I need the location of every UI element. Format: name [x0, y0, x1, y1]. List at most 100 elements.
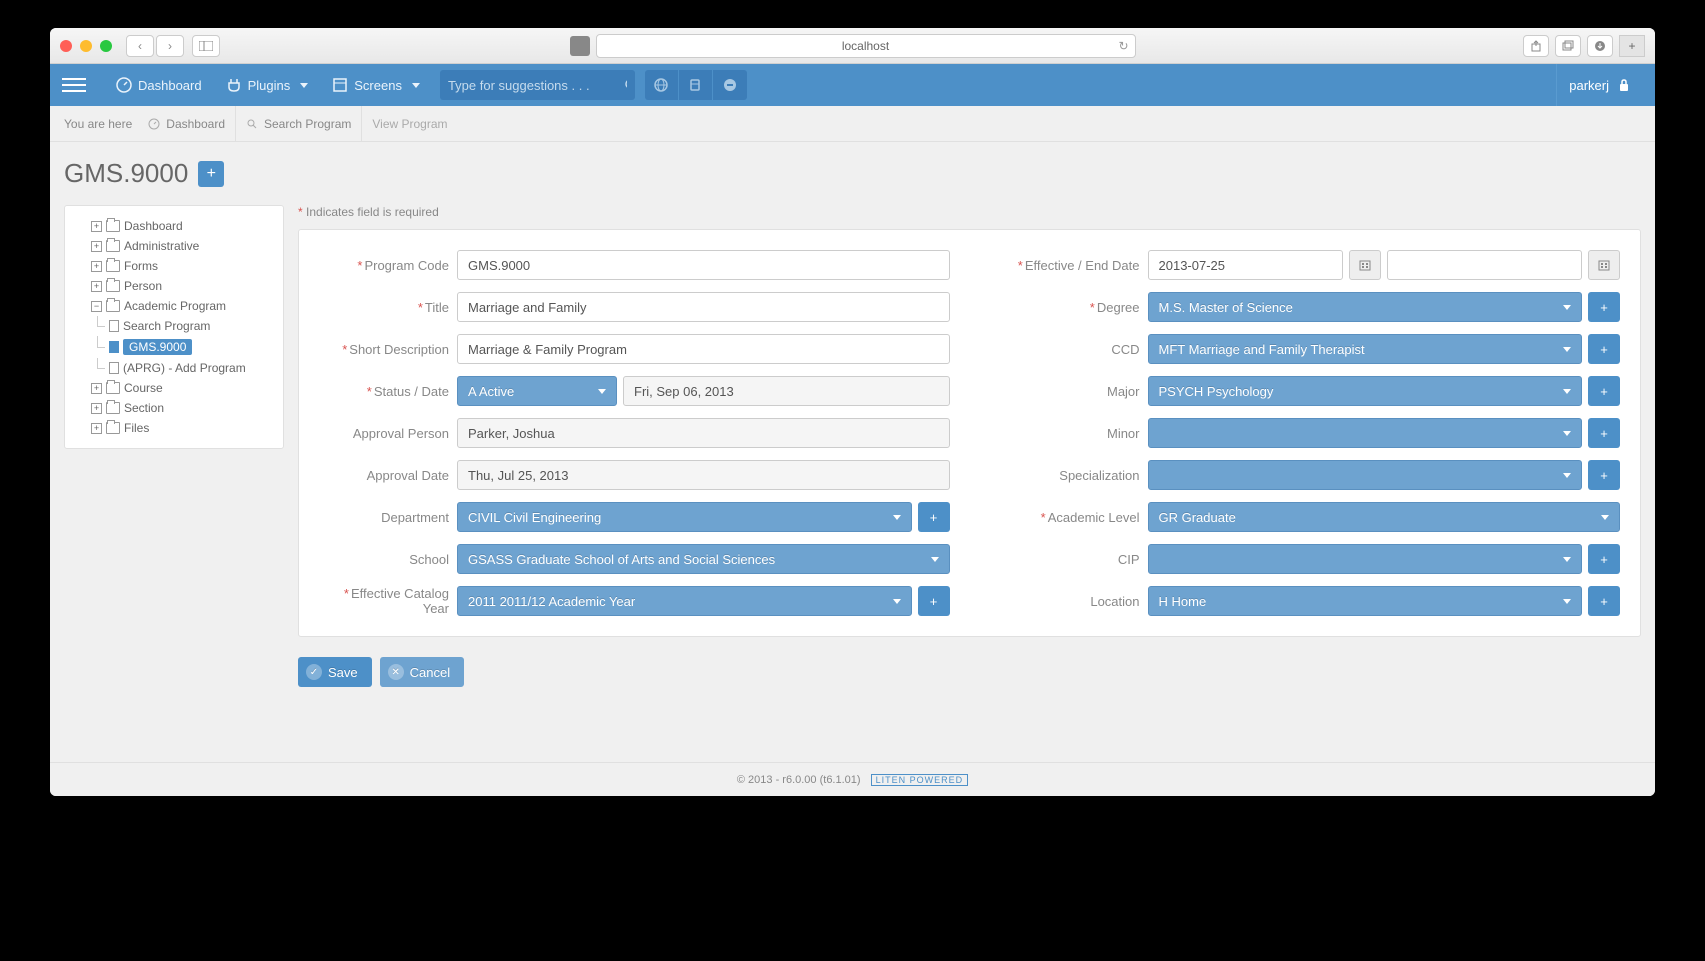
ccd-select[interactable]: MFT Marriage and Family Therapist — [1148, 334, 1583, 364]
tree-administrative[interactable]: +Administrative — [71, 236, 277, 256]
tree-dashboard[interactable]: +Dashboard — [71, 216, 277, 236]
lock-icon — [1617, 78, 1631, 92]
window-controls — [60, 40, 112, 52]
url-text: localhost — [842, 39, 889, 53]
program-code-input[interactable] — [457, 250, 950, 280]
required-note: * Indicates field is required — [298, 205, 1641, 219]
save-button[interactable]: ✓Save — [298, 657, 372, 687]
downloads-button[interactable] — [1587, 35, 1613, 57]
nav-tree: +Dashboard +Administrative +Forms +Perso… — [64, 205, 284, 449]
reader-button[interactable] — [570, 36, 590, 56]
school-select[interactable]: GSASS Graduate School of Arts and Social… — [457, 544, 950, 574]
breadcrumb-view-program: View Program — [362, 106, 457, 142]
calendar-icon — [1598, 259, 1610, 271]
globe-icon — [653, 77, 669, 93]
server-icon — [687, 77, 703, 93]
breadcrumb-search-program[interactable]: Search Program — [236, 106, 362, 142]
tree-gms9000[interactable]: GMS.9000 — [71, 336, 277, 358]
catalog-year-add-button[interactable]: + — [918, 586, 950, 616]
user-menu[interactable]: parkerj — [1556, 64, 1643, 106]
sidebar-toggle-button[interactable] — [192, 35, 220, 57]
ccd-add-button[interactable]: + — [1588, 334, 1620, 364]
cancel-button[interactable]: ✕Cancel — [380, 657, 464, 687]
degree-select[interactable]: M.S. Master of Science — [1148, 292, 1583, 322]
globe-button[interactable] — [645, 70, 679, 100]
forward-button[interactable]: › — [156, 35, 184, 57]
check-icon: ✓ — [306, 664, 322, 680]
approval-person-input[interactable] — [457, 418, 950, 448]
browser-window: ‹ › localhost ↻ + — [50, 28, 1655, 796]
search-input[interactable] — [448, 78, 624, 93]
calendar-icon — [1359, 259, 1371, 271]
short-desc-input[interactable] — [457, 334, 950, 364]
screen-icon — [332, 77, 348, 93]
x-icon: ✕ — [388, 664, 404, 680]
plug-icon — [226, 77, 242, 93]
breadcrumb-label: You are here — [64, 117, 138, 131]
nav-plugins[interactable]: Plugins — [214, 64, 321, 106]
specialization-select[interactable] — [1148, 460, 1583, 490]
tree-files[interactable]: +Files — [71, 418, 277, 438]
effective-date-input[interactable] — [1148, 250, 1343, 280]
minimize-icon[interactable] — [80, 40, 92, 52]
location-select[interactable]: H Home — [1148, 586, 1583, 616]
academic-level-select[interactable]: GR Graduate — [1148, 502, 1621, 532]
minor-select[interactable] — [1148, 418, 1583, 448]
new-tab-button[interactable]: + — [1619, 35, 1645, 57]
sidebar-icon — [199, 41, 213, 51]
minor-add-button[interactable]: + — [1588, 418, 1620, 448]
cip-add-button[interactable]: + — [1588, 544, 1620, 574]
tree-course[interactable]: +Course — [71, 378, 277, 398]
global-search[interactable] — [440, 70, 635, 100]
effective-date-picker[interactable] — [1349, 250, 1381, 280]
url-bar[interactable]: localhost ↻ — [596, 34, 1136, 58]
location-add-button[interactable]: + — [1588, 586, 1620, 616]
minus-circle-icon — [722, 77, 738, 93]
add-button[interactable]: + — [198, 161, 224, 187]
back-button[interactable]: ‹ — [126, 35, 154, 57]
department-select[interactable]: CIVIL Civil Engineering — [457, 502, 912, 532]
tree-forms[interactable]: +Forms — [71, 256, 277, 276]
page-content: GMS.9000 + +Dashboard +Administrative +F… — [50, 142, 1655, 762]
footer: © 2013 - r6.0.00 (t6.1.01) LITEN POWERED — [50, 762, 1655, 796]
status-select[interactable]: A Active — [457, 376, 617, 406]
catalog-year-select[interactable]: 2011 2011/12 Academic Year — [457, 586, 912, 616]
menu-toggle-button[interactable] — [62, 73, 86, 97]
tree-section[interactable]: +Section — [71, 398, 277, 418]
tree-academic-program[interactable]: −Academic Program — [71, 296, 277, 316]
chevron-down-icon — [300, 83, 308, 88]
tabs-button[interactable] — [1555, 35, 1581, 57]
approval-date-input[interactable] — [457, 460, 950, 490]
maximize-icon[interactable] — [100, 40, 112, 52]
chevron-down-icon — [412, 83, 420, 88]
browser-titlebar: ‹ › localhost ↻ + — [50, 28, 1655, 64]
title-input[interactable] — [457, 292, 950, 322]
quick-actions — [645, 70, 747, 100]
department-add-button[interactable]: + — [918, 502, 950, 532]
app-navbar: Dashboard Plugins Screens parkerj — [50, 64, 1655, 106]
major-add-button[interactable]: + — [1588, 376, 1620, 406]
breadcrumb-dashboard[interactable]: Dashboard — [138, 106, 236, 142]
form-panel: *Program Code *Title *Short Description … — [298, 229, 1641, 637]
minus-button[interactable] — [713, 70, 747, 100]
major-select[interactable]: PSYCH Psychology — [1148, 376, 1583, 406]
tree-search-program[interactable]: Search Program — [71, 316, 277, 336]
nav-screens[interactable]: Screens — [320, 64, 432, 106]
tree-add-program[interactable]: (APRG) - Add Program — [71, 358, 277, 378]
copyright-text: © 2013 - r6.0.00 (t6.1.01) — [737, 774, 861, 786]
page-title: GMS.9000 — [64, 158, 188, 189]
end-date-input[interactable] — [1387, 250, 1582, 280]
specialization-add-button[interactable]: + — [1588, 460, 1620, 490]
cip-select[interactable] — [1148, 544, 1583, 574]
reload-icon[interactable]: ↻ — [1118, 39, 1128, 53]
gauge-icon — [148, 118, 160, 130]
end-date-picker[interactable] — [1588, 250, 1620, 280]
server-button[interactable] — [679, 70, 713, 100]
degree-add-button[interactable]: + — [1588, 292, 1620, 322]
nav-dashboard[interactable]: Dashboard — [104, 64, 214, 106]
close-icon[interactable] — [60, 40, 72, 52]
share-button[interactable] — [1523, 35, 1549, 57]
tree-person[interactable]: +Person — [71, 276, 277, 296]
status-date-input[interactable] — [623, 376, 950, 406]
powered-badge: LITEN POWERED — [871, 774, 969, 786]
